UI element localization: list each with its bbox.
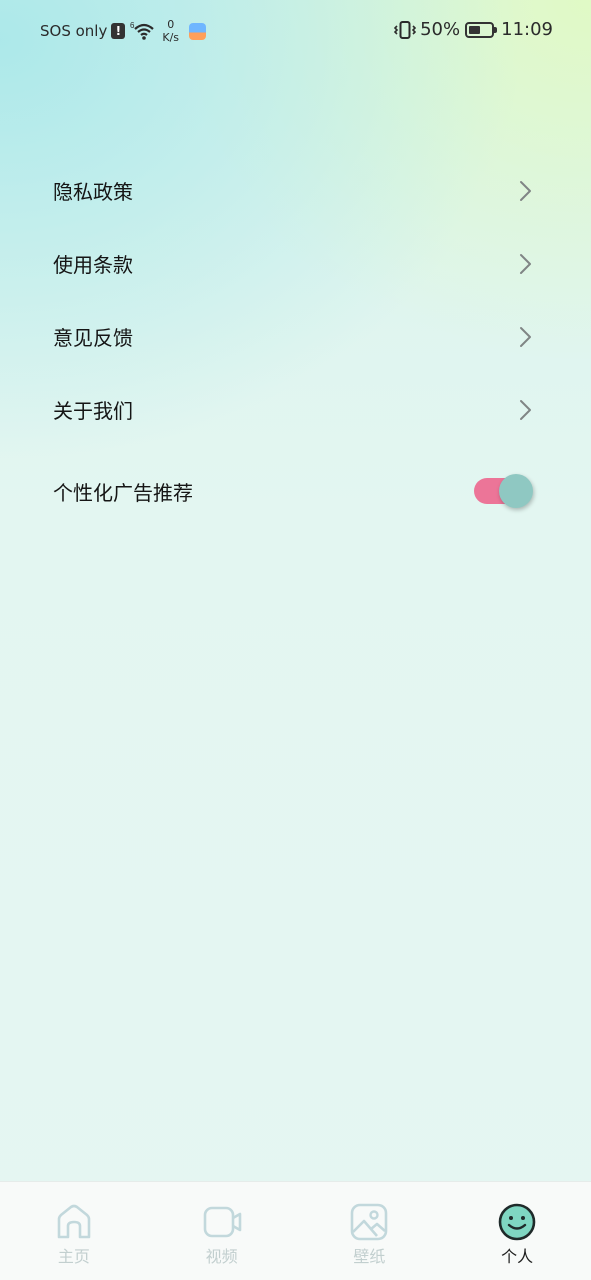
clock: 11:09 (501, 19, 553, 40)
nav-label: 视频 (205, 1247, 238, 1266)
menu-item-personalized-ads: 个性化广告推荐 (0, 446, 591, 536)
status-bar-right: 50% 11:09 (394, 19, 553, 40)
personalized-ads-label: 个性化广告推荐 (53, 480, 193, 505)
carrier-label: SOS only (40, 22, 108, 40)
battery-fill (469, 25, 480, 34)
menu-item-label: 隐私政策 (53, 180, 133, 204)
wifi-icon: 6 (130, 21, 155, 40)
nav-label: 主页 (57, 1247, 90, 1266)
menu-item-label: 使用条款 (53, 253, 133, 277)
menu-item-about-us[interactable]: 关于我们 (0, 373, 591, 446)
status-bar-left: SOS only ! 6 0 K/s (40, 18, 207, 44)
menu-item-label: 意见反馈 (53, 326, 133, 350)
battery-icon (465, 21, 498, 38)
nav-tab-video[interactable]: 视频 (148, 1182, 296, 1280)
chevron-right-icon (520, 180, 531, 201)
network-speed-value: 0 (167, 18, 175, 31)
menu-item-privacy-policy[interactable]: 隐私政策 (0, 154, 591, 227)
menu-item-label: 关于我们 (53, 399, 133, 423)
profile-smiley-icon (498, 1203, 536, 1241)
signal-badge: 6 (130, 21, 135, 30)
vibrate-icon (394, 20, 417, 39)
nav-label: 壁纸 (353, 1247, 386, 1266)
nav-tab-profile[interactable]: 个人 (443, 1182, 591, 1280)
alert-icon: ! (111, 23, 126, 39)
settings-menu: 隐私政策 使用条款 意见反馈 关于我们 个性化广告推荐 (0, 154, 591, 536)
menu-item-feedback[interactable]: 意见反馈 (0, 300, 591, 373)
menu-item-terms-of-use[interactable]: 使用条款 (0, 227, 591, 300)
video-icon (203, 1206, 241, 1238)
chevron-right-icon (520, 326, 531, 347)
battery-percent: 50% (420, 19, 461, 40)
nav-tab-home[interactable]: 主页 (0, 1182, 148, 1280)
status-bar: SOS only ! 6 0 K/s 50% 11:09 (0, 0, 591, 66)
network-speed-unit: K/s (162, 31, 180, 44)
chevron-right-icon (520, 399, 531, 420)
network-speed: 0 K/s (162, 18, 179, 44)
chevron-right-icon (520, 253, 531, 274)
bottom-nav: 主页 视频 壁纸 个人 (0, 1181, 591, 1280)
wallpaper-icon (351, 1203, 388, 1241)
app-notification-icon (189, 22, 207, 40)
nav-label: 个人 (501, 1247, 534, 1266)
nav-tab-wallpaper[interactable]: 壁纸 (296, 1182, 444, 1280)
toggle-knob (499, 474, 533, 508)
home-icon (57, 1204, 91, 1239)
personalized-ads-toggle[interactable] (474, 474, 533, 508)
